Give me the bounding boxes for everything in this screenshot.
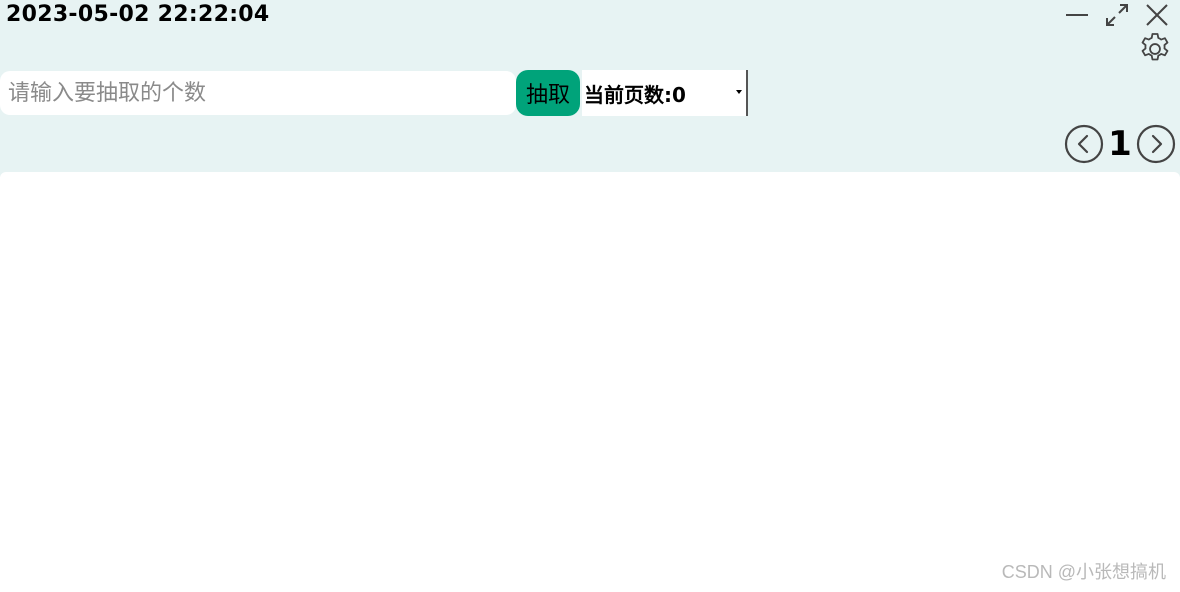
page-select[interactable]: 当前页数:0	[582, 70, 748, 116]
pagination: 1	[1064, 122, 1176, 166]
close-icon	[1146, 4, 1168, 26]
current-page-number: 1	[1108, 124, 1132, 164]
count-input[interactable]	[0, 71, 516, 115]
toolbar: 抽取 当前页数:0	[0, 70, 748, 116]
minimize-icon	[1066, 14, 1088, 16]
gear-icon	[1141, 33, 1169, 61]
prev-page-button[interactable]	[1064, 124, 1104, 164]
window-controls	[1062, 2, 1172, 28]
maximize-icon	[1106, 4, 1128, 26]
maximize-button[interactable]	[1102, 2, 1132, 28]
app-window: 2023-05-02 22:22:04 请输入要抽取的个数 抽取 当前页数:0 …	[0, 0, 1180, 592]
settings-button[interactable]	[1136, 30, 1174, 68]
close-button[interactable]	[1142, 2, 1172, 28]
content-area	[0, 172, 1180, 592]
current-datetime: 2023-05-02 22:22:04	[6, 2, 270, 27]
chevron-left-circle-icon	[1064, 124, 1104, 164]
watermark: CSDN @小张想搞机	[1001, 562, 1166, 582]
chevron-right-circle-icon	[1136, 124, 1176, 164]
extract-button[interactable]: 抽取	[516, 70, 580, 116]
chevron-down-icon	[736, 90, 742, 94]
minimize-button[interactable]	[1062, 2, 1092, 28]
page-select-value: 当前页数:0	[584, 82, 686, 107]
next-page-button[interactable]	[1136, 124, 1176, 164]
